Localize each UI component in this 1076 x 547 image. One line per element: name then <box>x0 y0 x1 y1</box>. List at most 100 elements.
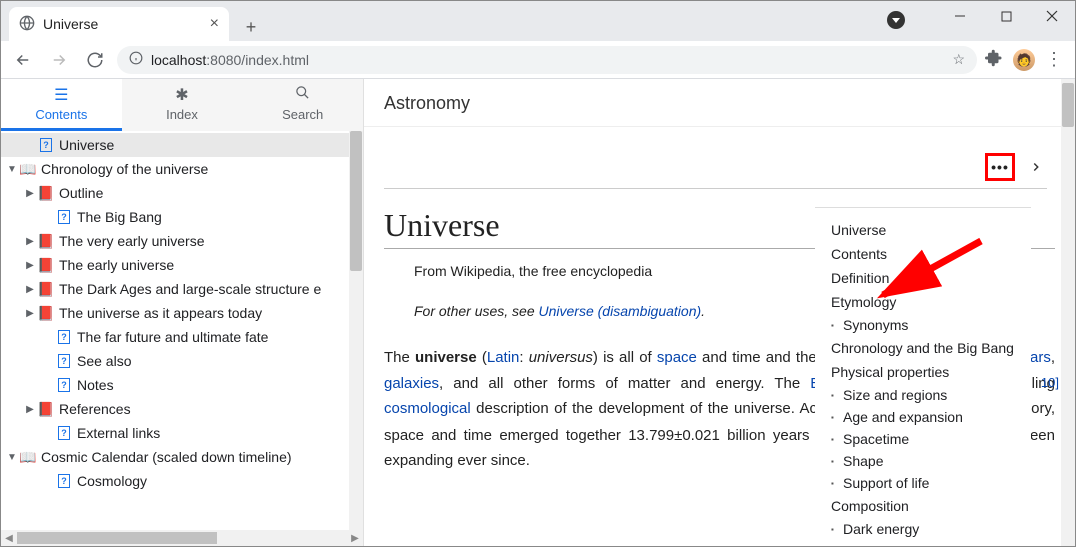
tree-item[interactable]: ▶📕The very early universe <box>1 229 363 253</box>
sidebar-vscrollbar[interactable] <box>349 131 363 530</box>
link-cosmological[interactable]: cosmological <box>384 400 471 417</box>
popup-item[interactable]: Composition <box>815 494 1031 518</box>
caret-right-icon[interactable]: ▶ <box>23 404 37 415</box>
popup-subitem[interactable]: Synonyms <box>815 314 1031 336</box>
tree-item[interactable]: ▶?See also <box>1 349 363 373</box>
caret-right-icon[interactable]: ▶ <box>23 284 37 295</box>
site-info-icon[interactable] <box>129 51 143 68</box>
tree-label: Cosmology <box>77 473 147 489</box>
book-closed-icon: 📕 <box>37 257 55 274</box>
reference-fragment[interactable]: 10] <box>1041 375 1059 390</box>
sidebar-tab-index[interactable]: ✱Index <box>122 79 243 131</box>
popup-item[interactable]: Etymology <box>815 290 1031 314</box>
link-galaxies[interactable]: galaxies <box>384 375 439 392</box>
back-button[interactable] <box>9 46 37 74</box>
maximize-button[interactable] <box>983 1 1029 31</box>
link-latin[interactable]: Latin <box>487 349 520 366</box>
page-icon: ? <box>58 378 70 392</box>
tree-label: The Big Bang <box>77 209 162 225</box>
list-icon: ☰ <box>54 85 68 105</box>
window-titlebar: Universe × + <box>1 1 1075 41</box>
tree-item[interactable]: ▶📕Outline <box>1 181 363 205</box>
scroll-thumb[interactable] <box>17 532 217 544</box>
minimize-button[interactable] <box>937 1 983 31</box>
tree-label: Notes <box>77 377 114 393</box>
close-tab-icon[interactable]: × <box>210 15 219 33</box>
caret-right-icon[interactable]: ▶ <box>23 188 37 199</box>
sidebar-tab-contents[interactable]: ☰Contents <box>1 79 122 131</box>
breadcrumb-label: Astronomy <box>384 93 470 113</box>
breadcrumb: Astronomy <box>364 79 1075 127</box>
browser-tab[interactable]: Universe × <box>9 7 229 41</box>
tree-label: Chronology of the universe <box>41 161 208 177</box>
tree-item[interactable]: ▶📕The universe as it appears today <box>1 301 363 325</box>
content-vscrollbar[interactable] <box>1061 79 1075 546</box>
popup-subitem[interactable]: Shape <box>815 450 1031 472</box>
address-bar[interactable]: localhost:8080/index.html ☆ <box>117 46 977 74</box>
profile-avatar[interactable]: 🧑 <box>1013 49 1035 71</box>
popup-subitem[interactable]: Age and expansion <box>815 406 1031 428</box>
popup-item[interactable]: Universe <box>815 218 1031 242</box>
book-open-icon: 📖 <box>19 161 37 178</box>
globe-icon <box>19 15 35 34</box>
tree-label: The Dark Ages and large-scale structure … <box>59 281 321 297</box>
popup-item[interactable]: Definition <box>815 266 1031 290</box>
tab-strip: Universe × + <box>1 1 265 41</box>
sidebar-hscrollbar[interactable]: ◀▶ <box>1 530 363 546</box>
tree-label: Universe <box>59 137 114 153</box>
reload-button[interactable] <box>81 46 109 74</box>
tree-item[interactable]: ▶📕The Dark Ages and large-scale structur… <box>1 277 363 301</box>
tree-item-chronology[interactable]: ▼📖Chronology of the universe <box>1 157 363 181</box>
close-window-button[interactable] <box>1029 1 1075 31</box>
next-page-button[interactable] <box>1025 156 1047 178</box>
extensions-icon[interactable] <box>985 49 1003 70</box>
app-frame: ☰Contents ✱Index Search ▶?Universe ▼📖Chr… <box>1 79 1075 546</box>
caret-right-icon[interactable]: ▶ <box>23 236 37 247</box>
tree-item[interactable]: ▶📕The early universe <box>1 253 363 277</box>
sidebar-tab-search[interactable]: Search <box>242 79 363 131</box>
popup-item[interactable]: Physical properties <box>815 360 1031 384</box>
link-space[interactable]: space <box>657 349 697 366</box>
popup-subitem[interactable]: Size and regions <box>815 384 1031 406</box>
scroll-left-icon[interactable]: ◀ <box>1 533 17 544</box>
popup-item[interactable]: Contents <box>815 242 1031 266</box>
tree-label: The universe as it appears today <box>59 305 262 321</box>
tree-item-cosmic-calendar[interactable]: ▼📖Cosmic Calendar (scaled down timeline) <box>1 445 363 469</box>
scroll-thumb[interactable] <box>1062 83 1074 127</box>
popup-item[interactable]: Chronology and the Big Bang <box>815 336 1031 360</box>
browser-menu-icon[interactable]: ⋮ <box>1045 49 1063 70</box>
caret-down-icon[interactable]: ▼ <box>5 164 19 175</box>
forward-button[interactable] <box>45 46 73 74</box>
tree-item[interactable]: ▶📕References <box>1 397 363 421</box>
article-header-bar: ••• <box>364 127 1075 189</box>
toc-popup: Universe Contents Definition Etymology S… <box>815 207 1031 546</box>
disambiguation-link[interactable]: Universe (disambiguation) <box>539 303 702 319</box>
book-closed-icon: 📕 <box>37 185 55 202</box>
caret-down-icon[interactable]: ▼ <box>5 452 19 463</box>
book-closed-icon: 📕 <box>37 281 55 298</box>
incognito-indicator-icon[interactable] <box>887 11 905 29</box>
sidebar-tab-label: Search <box>282 107 323 122</box>
popup-subitem[interactable]: Spacetime <box>815 428 1031 450</box>
tree-label: References <box>59 401 131 417</box>
tree-item[interactable]: ▶?Cosmology <box>1 469 363 493</box>
caret-right-icon[interactable]: ▶ <box>23 260 37 271</box>
tree-item[interactable]: ▶?The far future and ultimate fate <box>1 325 363 349</box>
tree-label: External links <box>77 425 160 441</box>
tree-item[interactable]: ▶?The Big Bang <box>1 205 363 229</box>
bookmark-star-icon[interactable]: ☆ <box>952 51 965 68</box>
sidebar-tabs: ☰Contents ✱Index Search <box>1 79 363 131</box>
more-menu-button[interactable]: ••• <box>985 153 1015 181</box>
book-closed-icon: 📕 <box>37 305 55 322</box>
tree-item[interactable]: ▶?External links <box>1 421 363 445</box>
scroll-right-icon[interactable]: ▶ <box>347 533 363 544</box>
popup-subitem[interactable]: Support of life <box>815 472 1031 494</box>
popup-subitem[interactable]: Dark energy <box>815 518 1031 540</box>
tree-item-universe[interactable]: ▶?Universe <box>1 133 363 157</box>
tree-label: Outline <box>59 185 103 201</box>
caret-right-icon[interactable]: ▶ <box>23 308 37 319</box>
scroll-thumb[interactable] <box>350 131 362 271</box>
tree-item[interactable]: ▶?Notes <box>1 373 363 397</box>
new-tab-button[interactable]: + <box>237 13 265 41</box>
asterisk-icon: ✱ <box>175 85 188 105</box>
